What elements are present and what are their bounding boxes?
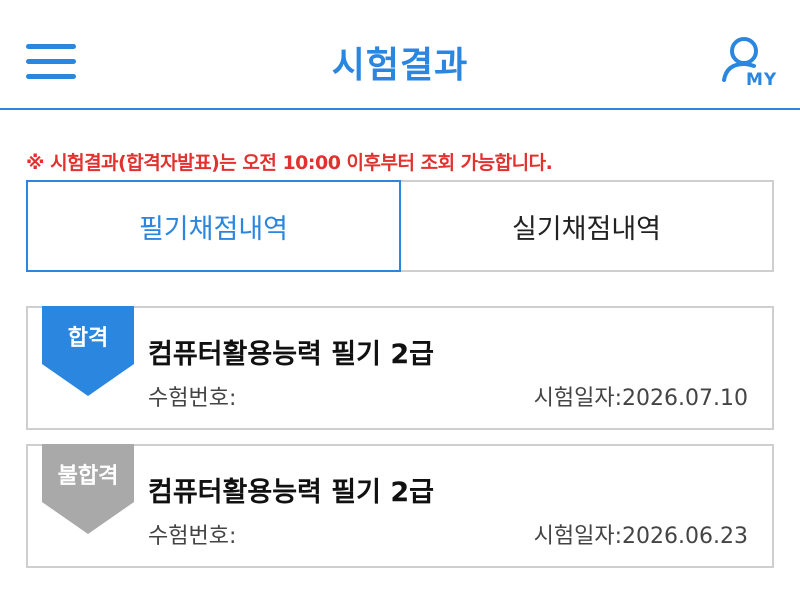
- tab-practical-scores[interactable]: 실기채점내역: [401, 182, 772, 270]
- badge-label: 합격: [67, 326, 109, 351]
- subject-title: 컴퓨터활용능력 필기 2급: [148, 477, 434, 508]
- badge-label: 불합격: [57, 464, 119, 489]
- exam-date-label: 시험일자:: [533, 386, 623, 411]
- exam-number: 수험번호:: [148, 524, 237, 549]
- exam-date-label: 시험일자:: [533, 524, 623, 549]
- tab-written-scores[interactable]: 필기채점내역: [26, 180, 401, 272]
- exam-date: 시험일자:2026.07.10: [534, 380, 748, 412]
- result-card[interactable]: 합격 컴퓨터활용능력 필기 2급 수험번호: 시험일자:2026.07.10: [26, 306, 774, 430]
- pass-badge: 합격: [42, 306, 134, 398]
- notice-text: ※ 시험결과(합격자발표)는 오전 10:00 이후부터 조회 가능합니다.: [26, 148, 553, 175]
- exam-date-value: 2026.06.23: [622, 524, 748, 549]
- fail-badge: 불합격: [42, 444, 134, 536]
- exam-date: 시험일자:2026.06.23: [534, 518, 748, 550]
- exam-date-value: 2026.07.10: [622, 386, 748, 411]
- app-header: 시험결과 MY: [0, 0, 800, 110]
- notice-message: 시험결과(합격자발표)는 오전 10:00 이후부터 조회 가능합니다.: [50, 152, 553, 174]
- score-tabs: 필기채점내역 실기채점내역: [26, 180, 774, 272]
- my-label: MY: [746, 70, 778, 90]
- exam-number: 수험번호:: [148, 386, 237, 411]
- subject-title: 컴퓨터활용능력 필기 2급: [148, 339, 434, 370]
- notice-mark: ※: [26, 152, 44, 174]
- my-page-button[interactable]: MY: [718, 34, 780, 94]
- page-title: 시험결과: [331, 45, 469, 86]
- result-card[interactable]: 불합격 컴퓨터활용능력 필기 2급 수험번호: 시험일자:2026.06.23: [26, 444, 774, 568]
